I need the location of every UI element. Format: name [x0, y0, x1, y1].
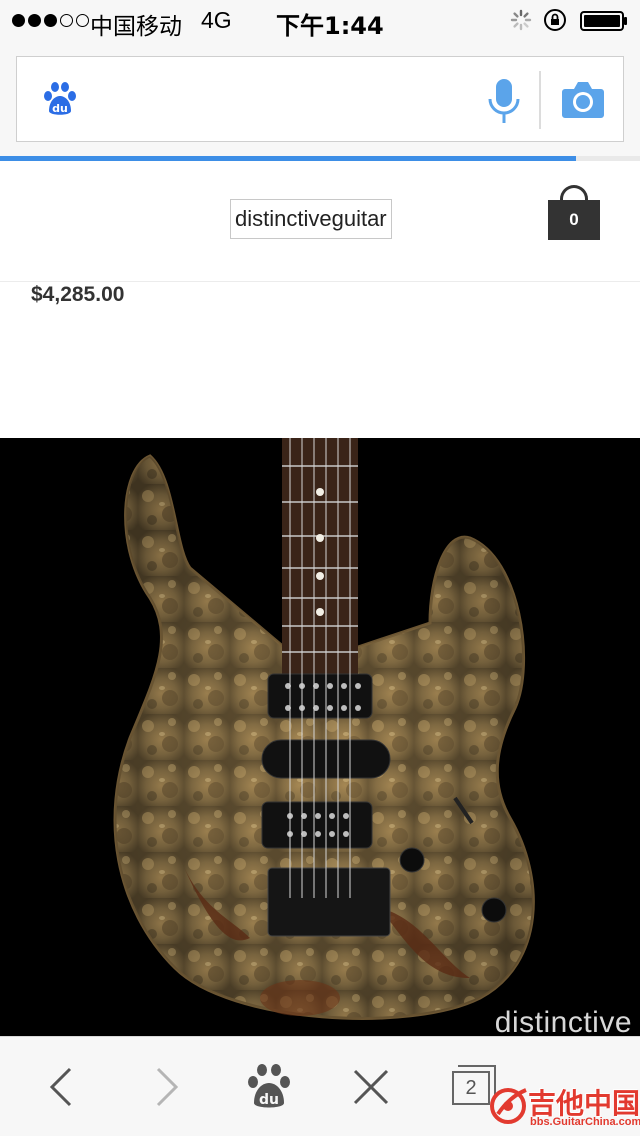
baidu-home-icon[interactable]: du: [243, 1061, 295, 1113]
svg-text:du: du: [259, 1092, 279, 1108]
battery-icon: [580, 11, 627, 31]
image-watermark: distinctive: [494, 1006, 632, 1036]
product-image[interactable]: distinctive: [0, 438, 640, 1036]
microphone-icon[interactable]: [487, 77, 521, 125]
shopping-cart-button[interactable]: 0: [548, 185, 600, 241]
carrier-name: 中国移动: [90, 14, 182, 40]
search-divider: [539, 71, 541, 129]
tabs-button[interactable]: 2: [452, 1071, 490, 1105]
rotation-lock-icon: [544, 9, 566, 31]
close-icon[interactable]: [345, 1061, 397, 1113]
svg-text:du: du: [52, 102, 68, 115]
chevron-right-icon[interactable]: [140, 1061, 192, 1113]
browser-address-bar: du: [0, 40, 640, 158]
guitar-illustration: [113, 438, 535, 1020]
forum-watermark-url: bbs.GuitarChina.com: [530, 1116, 640, 1128]
search-input[interactable]: du: [16, 56, 624, 142]
product-price: $4,285.00: [31, 283, 125, 306]
status-bar: 中国移动 4G 下午1:44: [0, 0, 640, 40]
activity-spinner-icon: [510, 9, 532, 31]
cart-count-badge: 0: [548, 200, 600, 240]
chevron-left-icon[interactable]: [36, 1061, 88, 1113]
camera-icon[interactable]: [561, 79, 605, 119]
signal-strength-icon: [12, 10, 89, 30]
tab-count: 2: [465, 1076, 477, 1099]
network-type: 4G: [201, 7, 232, 33]
site-logo[interactable]: distinctiveguitar: [230, 199, 392, 239]
site-logo-text: distinctiveguitar: [235, 206, 387, 231]
clock: 下午1:44: [276, 12, 384, 40]
site-header: distinctiveguitar 0: [0, 161, 640, 282]
baidu-paw-icon[interactable]: du: [41, 81, 79, 119]
